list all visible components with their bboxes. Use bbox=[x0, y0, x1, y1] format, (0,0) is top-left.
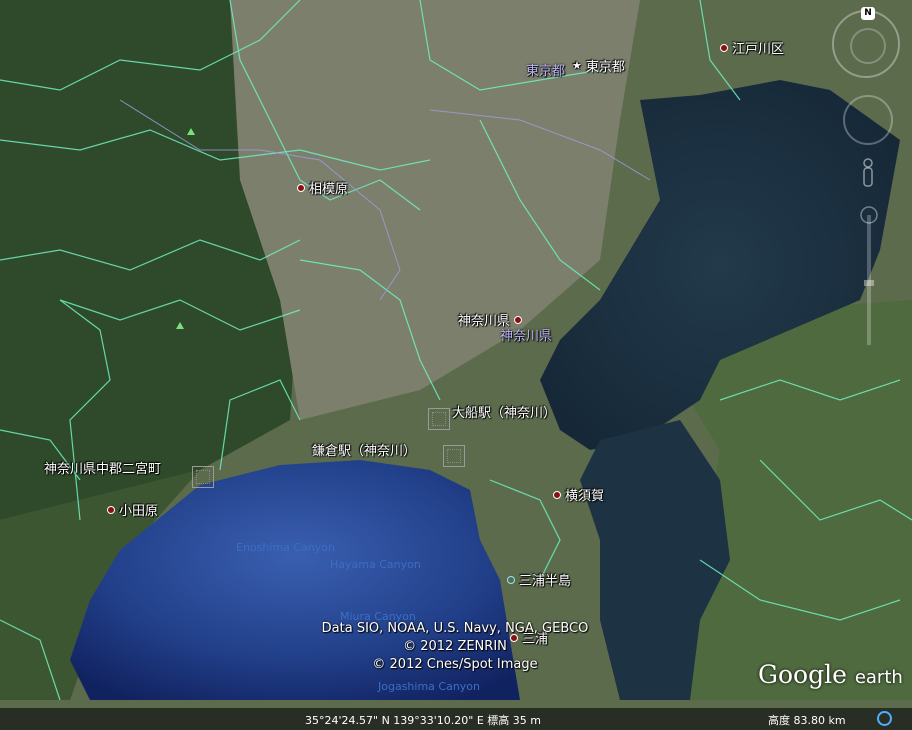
mountain-peak-icon bbox=[176, 322, 184, 329]
north-button[interactable]: N bbox=[861, 7, 875, 20]
status-bar: 35°24'24.57" N 139°33'10.20" E 標高 35 m 高… bbox=[0, 708, 912, 730]
station-marker-icon[interactable] bbox=[192, 466, 214, 488]
street-view-pegman-icon[interactable] bbox=[861, 158, 875, 188]
place-miura-peninsula[interactable]: 三浦半島 bbox=[507, 570, 571, 589]
city-dot-icon bbox=[553, 490, 561, 499]
compass-center-icon[interactable] bbox=[850, 28, 886, 64]
look-joystick[interactable] bbox=[843, 95, 893, 145]
eye-altitude: 高度 83.80 km bbox=[768, 714, 846, 727]
place-sagamihara[interactable]: 相模原 bbox=[297, 178, 348, 197]
city-dot-icon bbox=[720, 43, 728, 52]
canyon-label: Jogashima Canyon bbox=[378, 680, 481, 693]
map-view[interactable]: ★ 東京都 東京都 江戸川区 相模原 神奈川県 神奈川県 大船駅（神奈川） 鎌倉… bbox=[0, 0, 912, 730]
capital-star-icon: ★ bbox=[572, 59, 582, 72]
place-odawara[interactable]: 小田原 bbox=[107, 500, 158, 519]
canyon-label: Hayama Canyon bbox=[330, 558, 421, 571]
city-dot-icon bbox=[514, 315, 523, 324]
place-edogawa[interactable]: 江戸川区 bbox=[720, 38, 784, 57]
mountain-peak-icon bbox=[187, 128, 195, 135]
zoom-slider[interactable] bbox=[859, 205, 879, 355]
place-kamakura-station[interactable]: 鎌倉駅（神奈川） bbox=[312, 440, 416, 459]
canyon-label: Enoshima Canyon bbox=[236, 541, 335, 554]
city-dot-icon bbox=[297, 183, 305, 192]
place-ofuna-station[interactable]: 大船駅（神奈川） bbox=[452, 402, 556, 421]
place-ninomiya[interactable]: 神奈川県中郡二宮町 bbox=[44, 458, 161, 477]
tokyo-sublabel: 東京都 bbox=[526, 64, 566, 79]
cursor-coordinates: 35°24'24.57" N 139°33'10.20" E 標高 35 m bbox=[305, 714, 542, 727]
place-tokyo[interactable]: ★ 東京都 bbox=[572, 56, 625, 75]
station-marker-icon[interactable] bbox=[428, 408, 450, 430]
place-yokosuka[interactable]: 横須賀 bbox=[553, 485, 604, 504]
streaming-status-icon bbox=[877, 711, 892, 726]
city-dot-icon bbox=[107, 505, 115, 514]
station-marker-icon[interactable] bbox=[443, 445, 465, 467]
google-earth-logo: Google earth bbox=[758, 660, 903, 689]
kanagawa-sublabel: 神奈川県 bbox=[500, 329, 553, 344]
data-attribution: Data SIO, NOAA, U.S. Navy, NGA, GEBCO © … bbox=[321, 621, 589, 672]
compass-ring[interactable] bbox=[832, 10, 900, 78]
peninsula-circle-icon bbox=[507, 575, 515, 584]
